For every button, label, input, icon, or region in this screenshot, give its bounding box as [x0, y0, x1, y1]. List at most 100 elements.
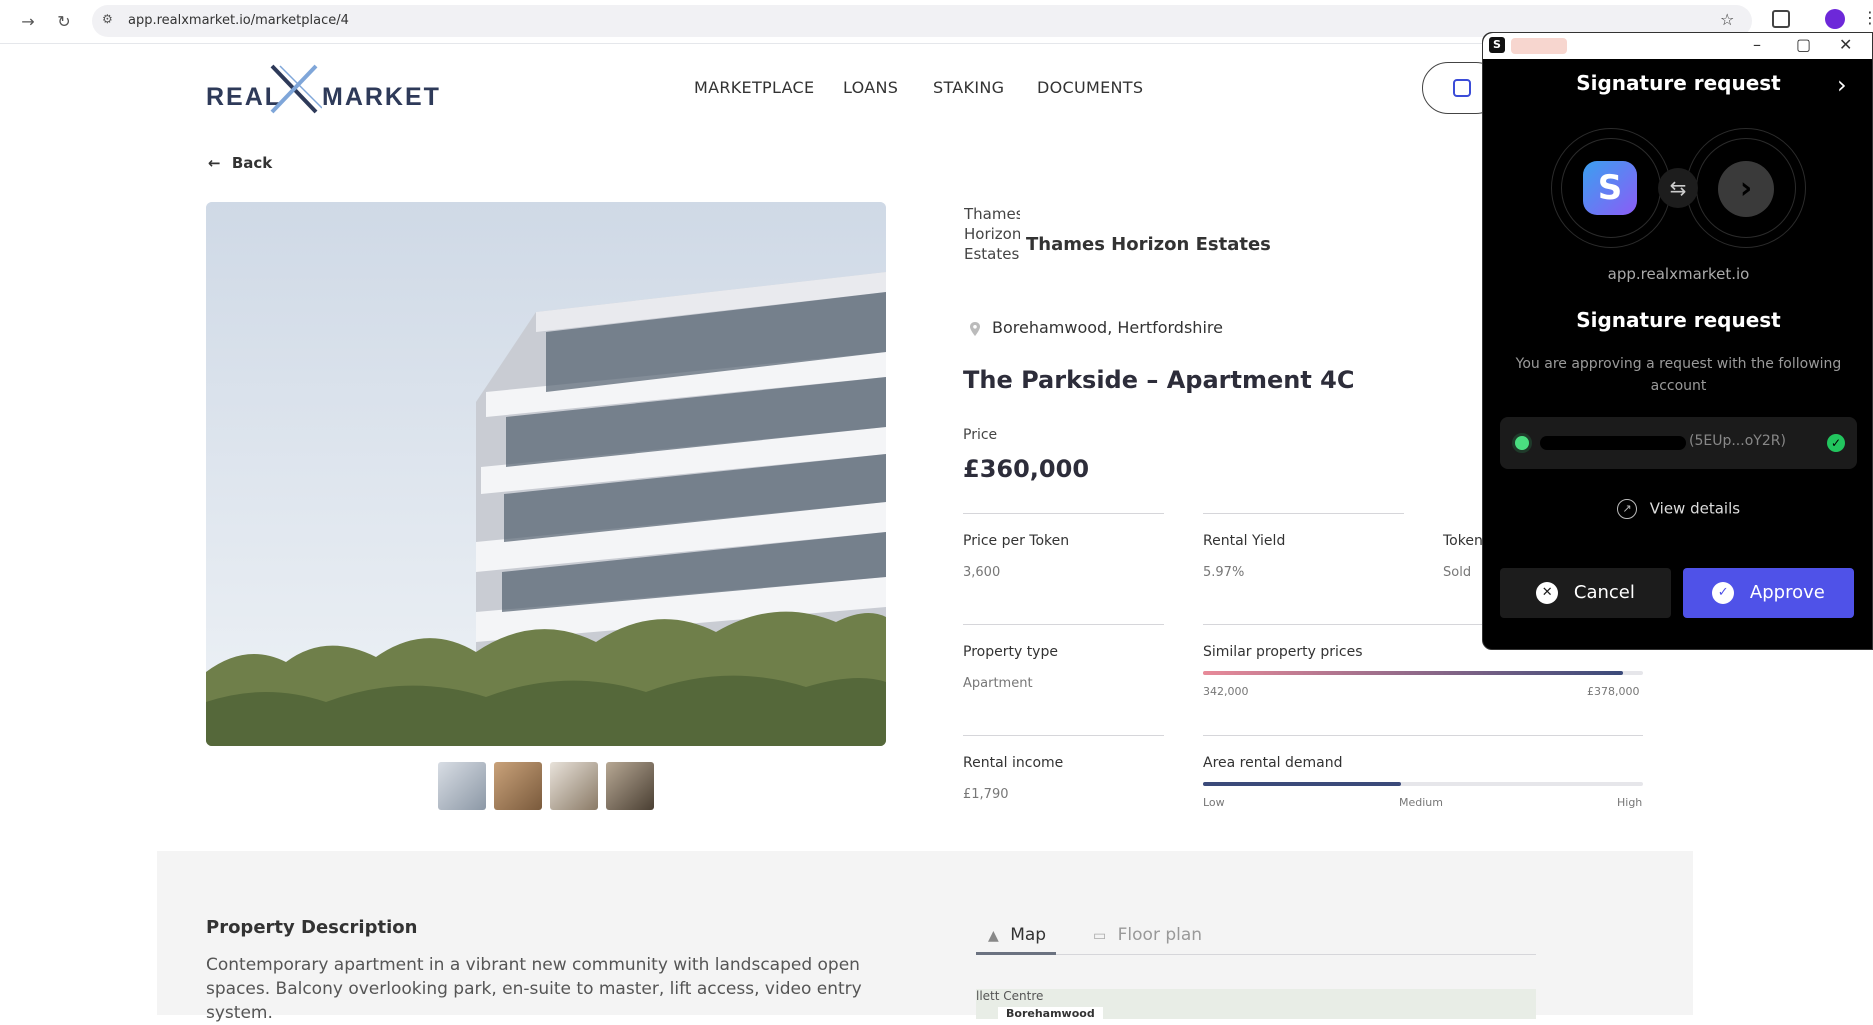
profile-avatar[interactable]	[1825, 9, 1845, 29]
tab-map[interactable]: ▲ Map	[988, 925, 1046, 945]
arrow-left-icon: ←	[208, 154, 221, 172]
property-location: Borehamwood, Hertfordshire	[992, 318, 1223, 337]
description-text: Contemporary apartment in a vibrant new …	[206, 955, 862, 1023]
account-row[interactable]: (5EUp...oY2R) ✓	[1500, 417, 1857, 469]
approve-label: Approve	[1749, 582, 1825, 603]
demand-medium: Medium	[1399, 796, 1443, 809]
property-type-value: Apartment	[963, 676, 1033, 691]
rental-demand-label: Area rental demand	[1203, 755, 1343, 771]
thumbnail-4[interactable]	[606, 762, 654, 810]
arrow-right-circle-icon: ›	[1718, 161, 1774, 217]
developer-name[interactable]: Thames Horizon Estates	[1026, 234, 1271, 255]
cancel-label: Cancel	[1573, 582, 1635, 603]
price-per-token-label: Price per Token	[963, 533, 1070, 549]
rental-income-label: Rental income	[963, 755, 1064, 771]
property-type-label: Property type	[963, 644, 1058, 660]
demand-high: High	[1617, 796, 1643, 809]
floor-plan-icon: ▭	[1093, 928, 1107, 944]
similar-prices-bar	[1203, 671, 1643, 675]
reload-icon[interactable]: ↻	[54, 12, 74, 32]
check-icon: ✓	[1827, 434, 1845, 452]
back-label: Back	[231, 154, 273, 172]
x-circle-icon: ✕	[1536, 582, 1559, 604]
popup-header-title: Signature request	[1576, 71, 1781, 95]
cancel-button[interactable]: ✕ Cancel	[1500, 568, 1671, 618]
nav-documents[interactable]: DOCUMENTS	[1037, 78, 1143, 97]
popup-titlebar: S – ▢ ✕	[1483, 33, 1872, 59]
minimize-icon[interactable]: –	[1753, 35, 1761, 54]
nav-loans[interactable]: LOANS	[843, 78, 898, 97]
tokens-label: Token	[1443, 533, 1483, 549]
logo-text-right: MARKET	[322, 83, 441, 111]
divider	[1203, 735, 1643, 736]
maximize-icon[interactable]: ▢	[1796, 35, 1811, 54]
similar-max: £378,000	[1587, 685, 1640, 698]
map-icon: ▲	[988, 928, 999, 944]
developer-logo: Thames Horizon Estates	[964, 205, 1020, 263]
tab-floor-plan-label: Floor plan	[1117, 925, 1203, 945]
thumbnail-2[interactable]	[494, 762, 542, 810]
thumbnail-1[interactable]	[438, 762, 486, 810]
tokens-value: Sold	[1443, 565, 1472, 580]
property-title: The Parkside – Apartment 4C	[963, 366, 1355, 394]
rental-yield-value: 5.97%	[1203, 565, 1245, 580]
price-value: £360,000	[963, 455, 1090, 483]
demand-low: Low	[1203, 796, 1225, 809]
account-address: (5EUp...oY2R)	[1689, 433, 1786, 449]
tab-floor-plan[interactable]: ▭ Floor plan	[1093, 925, 1202, 945]
popup-title: Signature request	[1576, 308, 1781, 332]
tab-map-label: Map	[1010, 925, 1047, 945]
swap-arrows-icon: ⇆	[1658, 168, 1698, 208]
check-circle-icon: ✓	[1712, 582, 1735, 604]
rental-demand-bar	[1203, 782, 1643, 786]
view-details-label: View details	[1649, 499, 1741, 518]
requesting-domain: app.realxmarket.io	[1607, 265, 1750, 283]
external-link-icon: ↗	[1616, 499, 1637, 519]
tab-active-indicator	[976, 952, 1056, 955]
view-details-link[interactable]: ↗ View details	[1483, 499, 1873, 519]
logo-x-mark	[270, 64, 322, 114]
price-label: Price	[963, 427, 998, 443]
browser-menu-icon[interactable]: ⋮	[1862, 8, 1873, 27]
rental-yield-label: Rental Yield	[1203, 533, 1286, 549]
wallet-icon	[1453, 79, 1471, 97]
account-avatar	[1512, 433, 1532, 453]
forward-icon[interactable]: →	[18, 12, 38, 32]
similar-prices-label: Similar property prices	[1203, 644, 1363, 660]
extensions-icon[interactable]	[1772, 10, 1790, 28]
location-pin-icon	[970, 322, 980, 336]
tab-divider	[976, 954, 1536, 955]
url-text[interactable]: app.realxmarket.io/marketplace/4	[128, 13, 349, 28]
map-label: Borehamwood	[998, 1007, 1103, 1019]
divider	[963, 735, 1164, 736]
requesting-app-icon: S	[1583, 161, 1637, 215]
site-info-icon[interactable]: ⚙	[102, 12, 118, 28]
bookmark-star-icon[interactable]: ☆	[1720, 10, 1734, 29]
description-section: Property Description Contemporary apartm…	[157, 851, 1693, 1023]
divider	[963, 513, 1164, 514]
account-name-redacted	[1540, 436, 1686, 450]
close-icon[interactable]: ✕	[1839, 35, 1852, 54]
divider	[963, 624, 1164, 625]
nav-marketplace[interactable]: MARKETPLACE	[694, 78, 814, 97]
price-per-token-value: 3,600	[963, 565, 1001, 580]
rental-demand-fill	[1203, 782, 1401, 786]
site-logo[interactable]: REAL MARKET	[206, 60, 439, 116]
divider	[1203, 513, 1404, 514]
signature-request-window: S – ▢ ✕ Signature request › S ⇆ › app.re…	[1482, 32, 1873, 650]
description-title: Property Description	[206, 917, 418, 938]
rental-income-value: £1,790	[963, 787, 1009, 802]
property-photo[interactable]	[206, 202, 886, 746]
building-illustration	[206, 202, 886, 746]
similar-prices-fill	[1203, 671, 1623, 675]
wallet-app-icon: S	[1489, 37, 1505, 53]
thumbnail-3[interactable]	[550, 762, 598, 810]
chevron-right-icon[interactable]: ›	[1837, 71, 1847, 99]
approve-button[interactable]: ✓ Approve	[1683, 568, 1854, 618]
back-link[interactable]: ← Back	[208, 154, 272, 172]
popup-title-redacted	[1511, 38, 1567, 54]
nav-staking[interactable]: STAKING	[933, 78, 1004, 97]
popup-subtitle: You are approving a request with the fol…	[1515, 356, 1842, 394]
map-label: llett Centre	[976, 989, 1044, 1003]
similar-min: 342,000	[1203, 685, 1249, 698]
